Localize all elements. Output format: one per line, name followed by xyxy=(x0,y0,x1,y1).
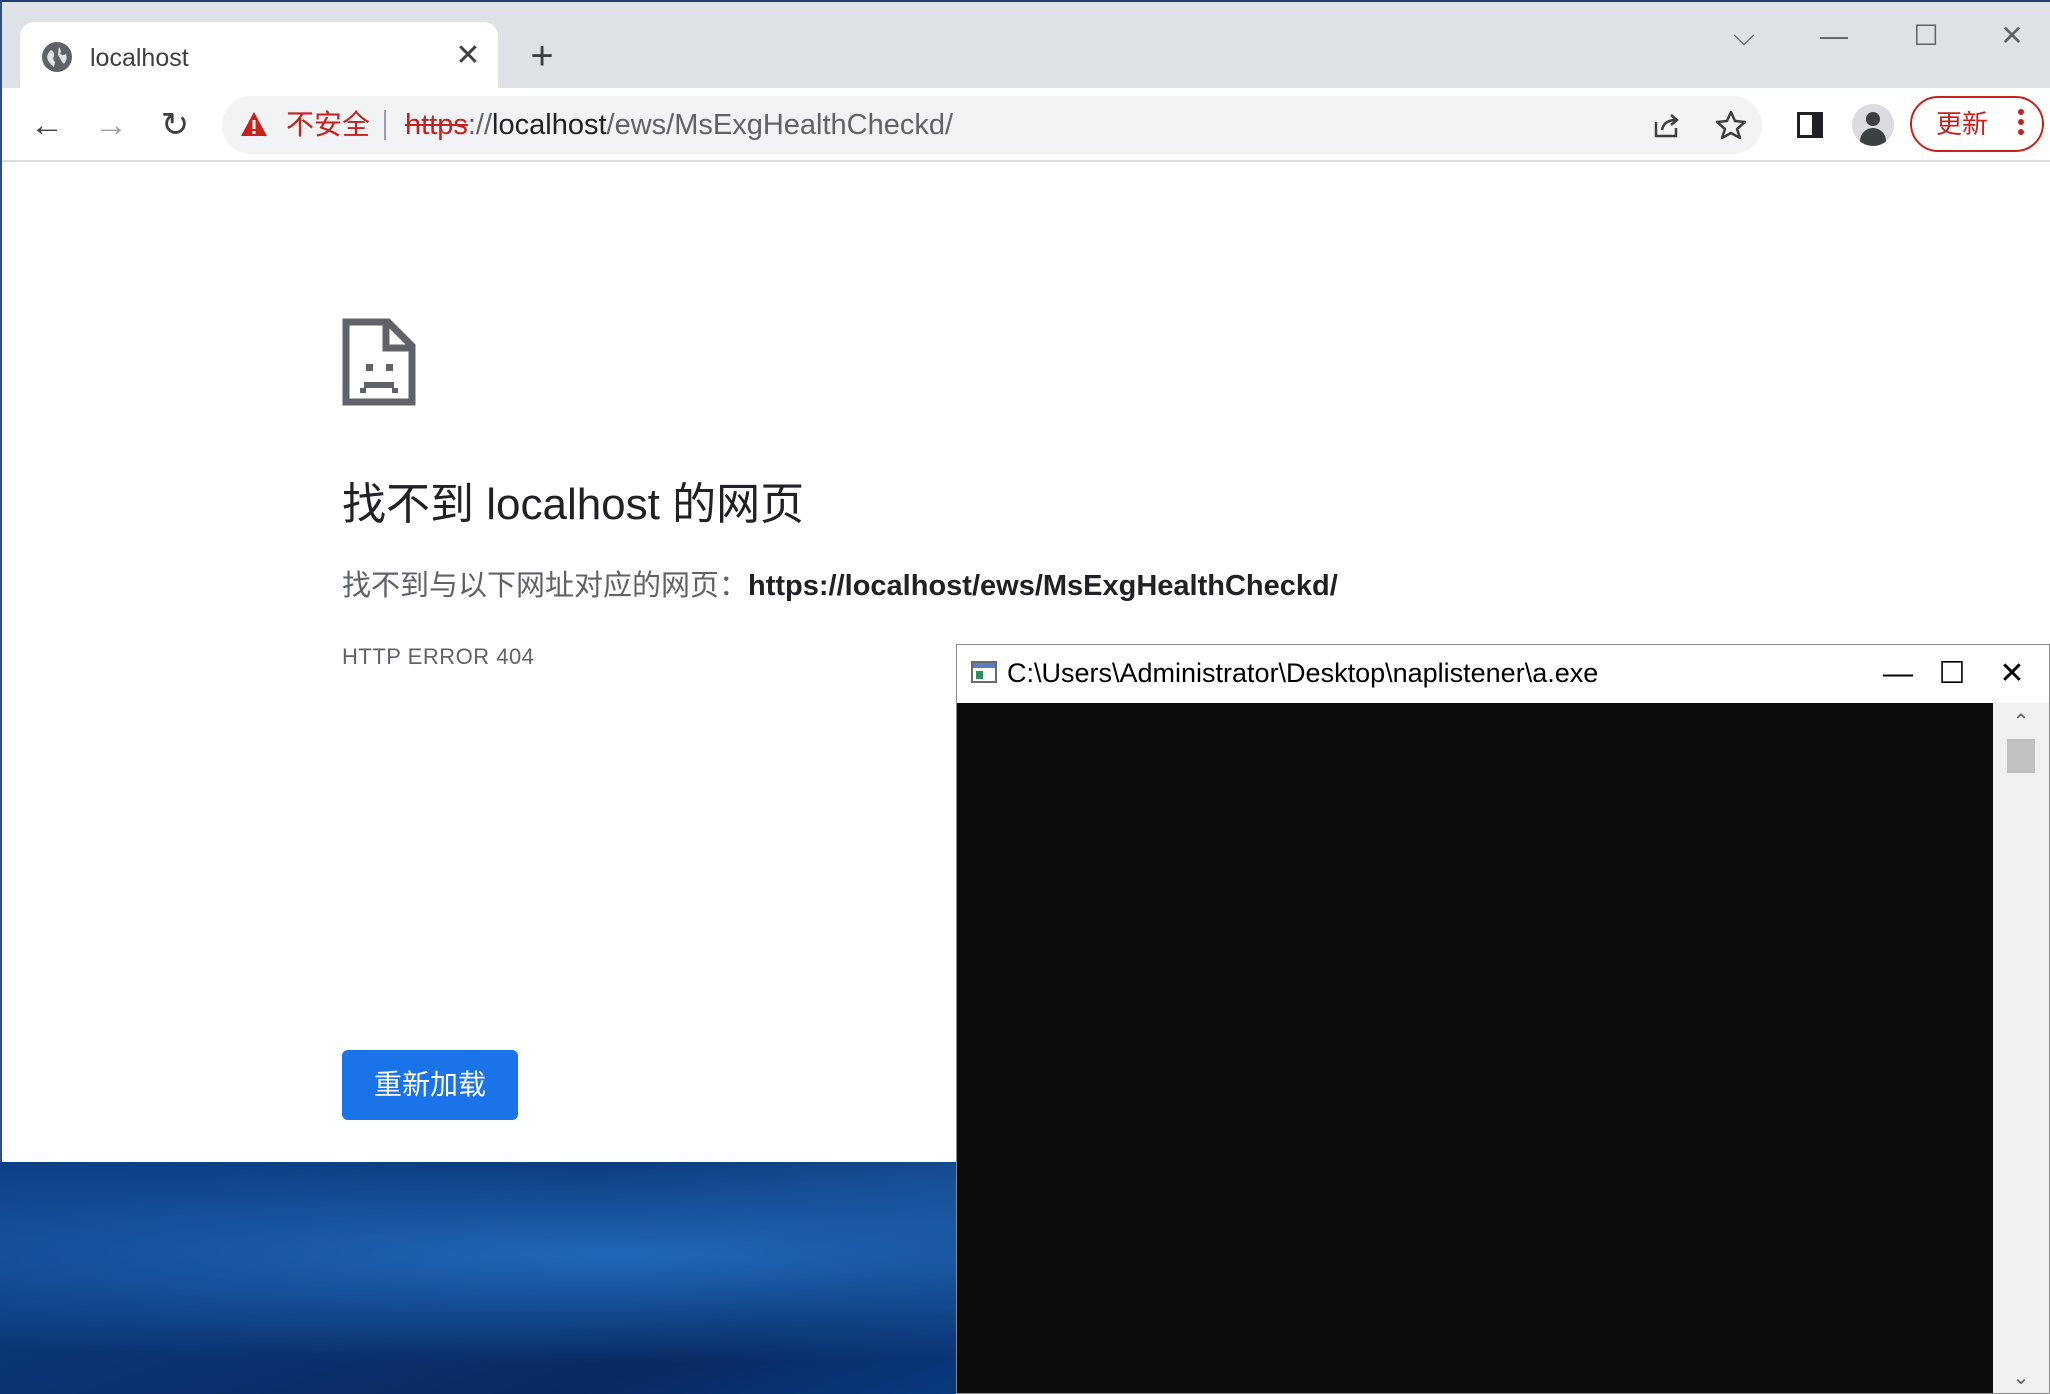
tab-close-icon[interactable]: ✕ xyxy=(450,38,486,74)
console-window[interactable]: C:\Users\Administrator\Desktop\naplisten… xyxy=(956,644,2050,1394)
minimize-icon[interactable]: — xyxy=(1804,16,1864,56)
scroll-down-icon[interactable]: ⌄ xyxy=(1993,1363,2049,1393)
console-output[interactable] xyxy=(957,703,1993,1393)
address-bar[interactable]: 不安全 https://localhost/ews/MsExgHealthChe… xyxy=(222,96,1762,154)
tab-strip: localhost ✕ + ⌵ — ☐ ✕ xyxy=(2,0,2050,92)
new-tab-button[interactable]: + xyxy=(522,36,562,76)
bookmark-star-icon[interactable] xyxy=(1714,108,1748,142)
maximize-icon[interactable]: ☐ xyxy=(1896,16,1956,56)
error-code: HTTP ERROR 404 xyxy=(342,644,535,669)
forward-button[interactable]: → xyxy=(86,100,136,150)
reload-button[interactable]: ↻ xyxy=(150,100,200,150)
tab-localhost[interactable]: localhost ✕ xyxy=(20,22,498,92)
browser-toolbar: ← → ↻ 不安全 https://localhost/ews/MsExgHea… xyxy=(2,88,2050,162)
url-separator: :// xyxy=(467,109,493,141)
console-app-icon[interactable] xyxy=(971,661,997,683)
url-path: /ews/MsExgHealthCheckd/ xyxy=(606,109,954,141)
error-heading: 找不到 localhost 的网页 xyxy=(342,480,805,529)
avatar-head xyxy=(1866,112,1880,126)
update-button[interactable]: 更新 xyxy=(1910,96,2044,152)
profile-avatar[interactable] xyxy=(1852,104,1894,146)
console-scrollbar[interactable]: ⌃ ⌄ xyxy=(1993,703,2049,1393)
insecure-label[interactable]: 不安全 xyxy=(286,108,370,142)
error-description-prefix: 找不到与以下网址对应的网页： xyxy=(342,570,749,602)
error-description: 找不到与以下网址对应的网页：https://localhost/ews/MsEx… xyxy=(342,566,1338,606)
scroll-thumb[interactable] xyxy=(2007,739,2035,773)
console-close-icon[interactable]: ✕ xyxy=(1977,651,2047,697)
share-icon[interactable] xyxy=(1650,108,1684,142)
sad-page-icon xyxy=(342,318,416,411)
close-window-icon[interactable]: ✕ xyxy=(1982,16,2042,56)
console-titlebar[interactable]: C:\Users\Administrator\Desktop\naplisten… xyxy=(957,645,2049,703)
tab-search-dropdown-icon[interactable]: ⌵ xyxy=(1714,16,1774,56)
side-panel-icon[interactable] xyxy=(1797,112,1823,138)
reload-page-button[interactable]: 重新加载 xyxy=(342,1050,518,1120)
more-menu-icon[interactable] xyxy=(2014,106,2028,142)
warning-icon[interactable] xyxy=(240,111,268,142)
tab-title: localhost xyxy=(90,44,189,72)
console-title: C:\Users\Administrator\Desktop\naplisten… xyxy=(1007,658,1599,688)
url-text[interactable]: https://localhost/ews/MsExgHealthCheckd/ xyxy=(405,107,953,143)
url-host: localhost xyxy=(492,109,607,141)
scroll-up-icon[interactable]: ⌃ xyxy=(1993,707,2049,737)
error-description-url: https://localhost/ews/MsExgHealthCheckd/ xyxy=(748,570,1338,602)
url-scheme: https xyxy=(405,109,468,141)
omnibox-divider xyxy=(384,110,386,140)
update-label: 更新 xyxy=(1936,109,1989,139)
avatar-body xyxy=(1860,128,1886,146)
back-button[interactable]: ← xyxy=(22,100,72,150)
globe-icon xyxy=(42,42,72,72)
